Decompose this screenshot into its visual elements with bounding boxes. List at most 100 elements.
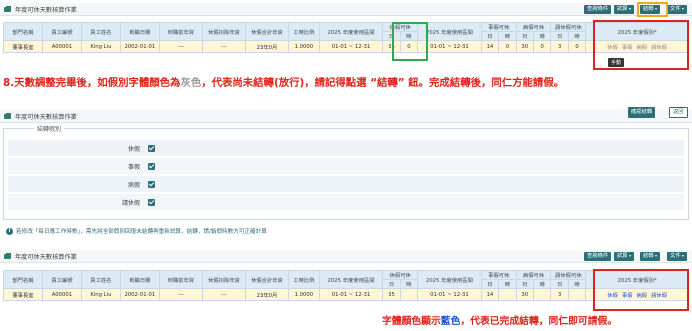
header-leave-types: 2025 年度假別* [585,270,689,289]
cell-prior: --- [158,40,203,53]
leave-type-personal: 事假 [621,44,633,51]
cell-personal-hour[interactable]: 0 [498,40,517,53]
header-sick: 病假可休 [515,270,552,280]
header-range1: 2025 年度使用區間 [318,270,384,289]
transfer-button[interactable]: 結轉 [640,5,660,14]
cell-personal-day: 14 [480,288,500,301]
page-title: 年度可休天數核算作業 [15,253,77,261]
cell-emp-no: A00001 [41,288,82,301]
header-prior: 到職前年資 [158,22,203,41]
file-button[interactable]: 文件 [667,252,687,261]
cell-name: King Liu [80,288,121,301]
header-other: 請休假可休 [550,270,587,280]
checkbox-checked-icon[interactable] [148,144,155,152]
cell-hire-date: 2002-01-01 [119,288,160,301]
header-range2: 2025 年度使用區間 [417,22,482,41]
panel-legend: 結轉假別 [34,124,65,133]
cell-other-hour [567,288,587,301]
leave-table-1: 部門名稱 員工編號 員工姓名 到職日期 到職前年資 休假扣除年資 休假合計年資 … [3,22,689,53]
leave-type-other: 請休假 [651,44,668,51]
annotation-top-pre: 8.天數調整完畢後，如假別字體顏色為 [3,77,181,89]
sub-day: 日 [480,31,500,41]
cell-deduct: --- [201,288,246,301]
header-other: 請休假可休 [550,22,587,32]
leave-type-other: 請休假 [651,292,668,299]
sub-day: 日 [382,279,401,289]
cell-annual-day[interactable]: 35 [382,40,401,53]
header-range1: 2025 年度使用區間 [318,22,384,41]
header-personal: 事假可休 [480,270,517,280]
confirm-transfer-button[interactable]: 確認結轉 [628,107,656,118]
header-dept: 部門名稱 [3,270,43,289]
cell-other-day[interactable]: 3 [550,40,569,53]
header-name: 員工姓名 [80,22,121,41]
cell-sick-day[interactable]: 30 [515,40,535,53]
annotation-top: 8.天數調整完畢後，如假別字體顏色為灰色，代表尚未結轉(放行)，請記得點選 “結… [3,74,564,89]
header-emp-no: 員工編號 [41,22,82,41]
file-label: 文件 [670,253,681,259]
cell-range1: 01-01 ~ 12-31 [318,40,384,53]
cell-hire-date: 2002-01-01 [119,40,160,53]
cell-deduct: --- [201,40,246,53]
header-name: 員工姓名 [80,270,121,289]
cell-personal-hour [498,288,517,301]
annotation-bottom-pre: 字體顏色顯示 [382,316,441,327]
cell-sick-hour[interactable]: 0 [533,40,552,53]
trial-button[interactable]: 試算 [614,252,634,261]
checkbox-label: 休假 [127,145,140,153]
page-title: 年度可休天數核算作業 [15,113,77,121]
sub-hour: 時 [498,31,517,41]
checkbox-row-personal[interactable]: 事假 [8,158,684,174]
query-button[interactable]: 查詢條件 [584,5,612,14]
leave-table-3: 部門名稱 員工編號 員工姓名 到職日期 到職前年資 休假扣除年資 休假合計年資 … [3,270,689,301]
header-prior: 到職前年資 [158,270,203,289]
sub-day: 日 [382,31,401,41]
checkbox-label: 事假 [127,163,140,171]
cell-annual-hour[interactable]: 0 [399,40,419,53]
header-hire-date: 到職日期 [119,270,160,289]
cell-personal-day[interactable]: 14 [480,40,500,53]
table-row[interactable]: 董事長室 A00001 King Liu 2002-01-01 --- --- … [3,40,689,53]
sub-hour: 時 [533,279,552,289]
header-sick: 病假可休 [515,22,552,32]
briefcase-icon [4,113,11,119]
cell-total: 23年0月 [244,40,290,53]
info-text: 若修改「每日應工作時數」，需先將全部假別回復未結轉再重新試算，結轉，請/銷假時數… [16,229,267,235]
annotation-bottom: 字體顏色顯示藍色，代表已完成結轉，同仁即可請假。 [382,313,617,327]
trial-button[interactable]: 試算 [614,5,634,14]
cell-name: King Liu [80,40,121,53]
cell-range2: 01-01 ~ 12-31 [417,40,482,53]
checkbox-checked-icon[interactable] [148,198,155,206]
checkbox-row-annual[interactable]: 休假 [8,140,684,156]
checkbox-label: 請休假 [121,199,140,207]
checkbox-row-sick[interactable]: 病假 [8,176,684,192]
query-button[interactable]: 查詢條件 [584,252,612,261]
sub-hour: 時 [498,279,517,289]
leave-type-annual: 休假 [607,292,618,299]
checkbox-checked-icon[interactable] [148,180,155,188]
leave-type-annual: 休假 [607,44,618,51]
header-ratio: 工時比例 [288,270,320,289]
cell-other-hour[interactable]: 0 [567,40,587,53]
page-title: 年度可休天數核算作業 [15,6,77,14]
chevron-down-icon [654,254,657,257]
chevron-down-icon [628,7,631,10]
checkbox-row-other[interactable]: 請休假 [8,194,684,210]
header-total: 休假合計年資 [244,270,290,289]
file-button[interactable]: 文件 [667,5,687,14]
cell-range1: 01-01 ~ 12-31 [318,288,384,301]
trial-label: 試算 [617,253,628,259]
cell-range2: 01-01 ~ 12-31 [417,288,482,301]
cell-dept: 董事長室 [3,40,43,53]
cell-leave-types-grey: 休假 事假 病假 請休假 [585,40,689,53]
briefcase-icon [4,6,11,12]
checkbox-label: 病假 [127,181,140,189]
transfer-button[interactable]: 結轉 [640,252,660,261]
checkbox-checked-icon[interactable] [148,162,155,170]
header-annual: 休假可休 [382,22,419,32]
table-row[interactable]: 董事長室 A00001 King Liu 2002-01-01 --- --- … [3,288,689,301]
trial-label: 試算 [617,6,628,12]
back-button[interactable]: 返回 [669,107,688,118]
sub-day: 日 [515,31,535,41]
cell-other-day: 3 [550,288,569,301]
